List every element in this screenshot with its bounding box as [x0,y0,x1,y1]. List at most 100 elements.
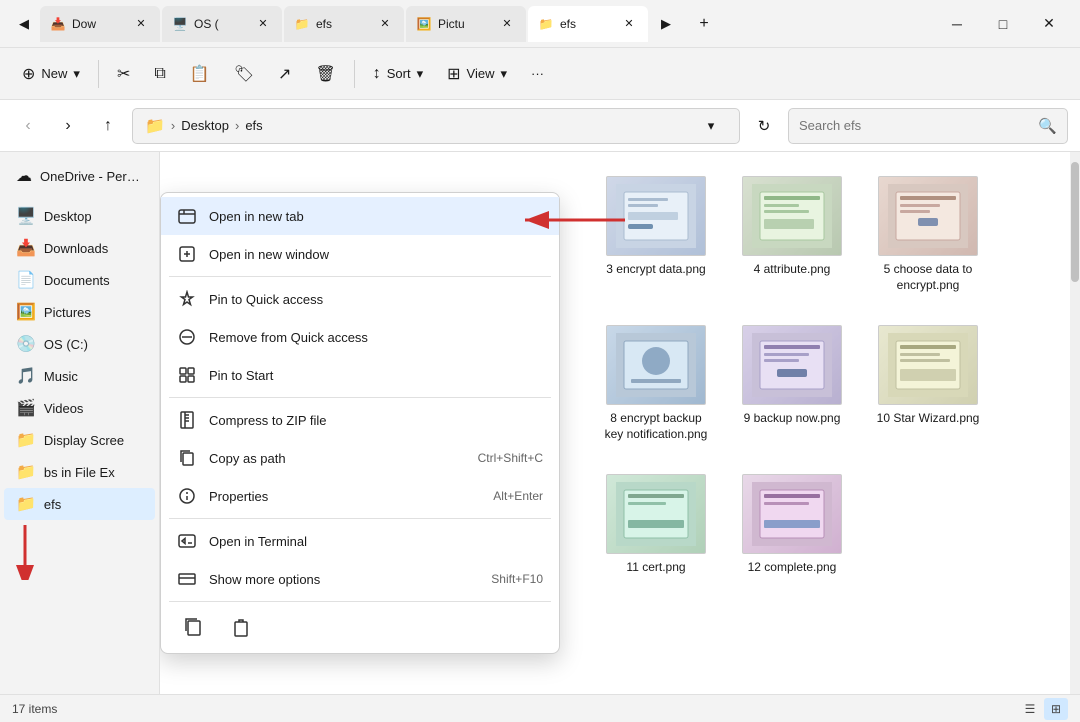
downloads-icon: 📥 [16,238,36,258]
tab-1-label: Dow [72,17,126,31]
tab-5[interactable]: 📁 efs ✕ [528,6,648,42]
ctx-properties[interactable]: Properties Alt+Enter [161,477,559,515]
ctx-show-more[interactable]: Show more options Shift+F10 [161,560,559,598]
tab-3[interactable]: 📁 efs ✕ [284,6,404,42]
file-item-8[interactable]: 8 encrypt backup key notification.png [596,317,716,450]
ctx-copy-path[interactable]: Copy as path Ctrl+Shift+C [161,439,559,477]
up-btn[interactable]: ↑ [92,110,124,142]
display-icon: 📁 [16,430,36,450]
file-item-12[interactable]: 12 complete.png [732,466,852,584]
new-tab-btn[interactable]: + [688,8,720,40]
search-box[interactable]: 🔍 [788,108,1068,144]
sidebar-item-pictures[interactable]: 🖼️ Pictures [4,296,155,328]
ctx-open-new-tab[interactable]: Open in new tab [161,197,559,235]
ctx-sep-3 [169,518,551,519]
refresh-btn[interactable]: ↻ [748,110,780,142]
cut-icon: ✂ [117,64,130,84]
address-path[interactable]: 📁 › Desktop › efs ▾ [132,108,740,144]
path-desktop[interactable]: Desktop [181,118,229,133]
path-efs[interactable]: efs [245,118,262,133]
forward-btn[interactable]: › [52,110,84,142]
scroll-thumb [1071,162,1079,282]
delete-button[interactable]: 🗑 [305,58,345,90]
list-view-btn[interactable]: ☰ [1018,698,1042,720]
minimize-btn[interactable]: ─ [934,8,980,40]
sidebar-item-documents[interactable]: 📄 Documents [4,264,155,296]
ctx-more-icon [177,569,197,589]
paste-button[interactable]: 📋 [180,58,220,90]
close-btn[interactable]: ✕ [1026,8,1072,40]
copy-button[interactable]: ⧉ [144,59,175,89]
new-button[interactable]: ⊕ New ▾ [12,58,90,90]
sort-button[interactable]: ↕ Sort ▾ [363,59,433,89]
sort-dropdown-icon: ▾ [417,66,424,82]
sidebar-item-downloads[interactable]: 📥 Downloads [4,232,155,264]
path-sep-1: › [171,118,175,133]
cut-button[interactable]: ✂ [107,58,140,90]
ctx-pin-quick[interactable]: Pin to Quick access [161,280,559,318]
scrollbar[interactable] [1070,152,1080,694]
ctx-window-icon [177,244,197,264]
file-thumb-4 [742,176,842,256]
sidebar-item-display[interactable]: 📁 Display Scree [4,424,155,456]
file-item-9[interactable]: 9 backup now.png [732,317,852,450]
ctx-remove-quick[interactable]: Remove from Quick access [161,318,559,356]
file-item-11[interactable]: 11 cert.png [596,466,716,584]
delete-icon: 🗑 [315,64,335,84]
sidebar-item-bsfe[interactable]: 📁 bs in File Ex [4,456,155,488]
ctx-pin-start[interactable]: Pin to Start [161,356,559,394]
sort-label: Sort [387,66,411,81]
ctx-open-terminal[interactable]: Open in Terminal [161,522,559,560]
maximize-btn[interactable]: □ [980,8,1026,40]
window-controls: ─ □ ✕ [934,8,1072,40]
file-item-4[interactable]: 4 attribute.png [732,168,852,301]
ctx-show-more-shortcut: Shift+F10 [491,572,543,586]
ctx-pin-quick-label: Pin to Quick access [209,292,543,307]
view-button[interactable]: ⊞ View ▾ [437,58,517,90]
arrow-right-annotation [515,205,635,238]
ctx-tab-icon [177,206,197,226]
tab-1-close[interactable]: ✕ [132,15,150,33]
grid-view-btn[interactable]: ⊞ [1044,698,1068,720]
ctx-show-more-label: Show more options [209,572,479,587]
tab-next-btn[interactable]: ▶ [650,8,682,40]
tab-2[interactable]: 🖥️ OS ( ✕ [162,6,282,42]
videos-label: Videos [44,401,84,416]
file-name-10: 10 Star Wizard.png [877,411,980,427]
ctx-copy-bottom-icon[interactable] [177,611,209,643]
more-button[interactable]: ··· [521,60,554,87]
sidebar-item-os-c[interactable]: 💿 OS (C:) [4,328,155,360]
view-buttons: ☰ ⊞ [1018,698,1068,720]
sidebar-onedrive[interactable]: ☁ OneDrive - Personal [4,160,155,192]
path-dropdown-btn[interactable]: ▾ [695,108,727,144]
new-icon: ⊕ [22,64,35,84]
sidebar-item-videos[interactable]: 🎬 Videos [4,392,155,424]
file-item-5[interactable]: 5 choose data to encrypt.png [868,168,988,301]
sidebar-item-desktop[interactable]: 🖥️ Desktop [4,200,155,232]
back-btn[interactable]: ‹ [12,110,44,142]
tab-2-close[interactable]: ✕ [254,15,272,33]
ctx-paste-bottom-icon[interactable] [225,611,257,643]
rename-icon: 🏷 [234,64,254,84]
ctx-open-new-window[interactable]: Open in new window [161,235,559,273]
tab-3-close[interactable]: ✕ [376,15,394,33]
tab-1[interactable]: 📥 Dow ✕ [40,6,160,42]
ctx-compress-zip[interactable]: Compress to ZIP file [161,401,559,439]
search-icon: 🔍 [1038,117,1057,135]
tab-4-close[interactable]: ✕ [498,15,516,33]
search-input[interactable] [799,118,1032,133]
ctx-compress-zip-label: Compress to ZIP file [209,413,543,428]
item-count: 17 items [12,702,57,716]
tab-prev-btn[interactable]: ◀ [8,8,40,40]
sort-icon: ↕ [373,65,381,83]
tab-5-close[interactable]: ✕ [620,15,638,33]
sidebar: ☁ OneDrive - Personal 🖥️ Desktop 📥 Downl… [0,152,160,694]
sidebar-item-music[interactable]: 🎵 Music [4,360,155,392]
sidebar-item-efs[interactable]: 📁 efs [4,488,155,520]
music-icon: 🎵 [16,366,36,386]
share-button[interactable]: ↗ [268,58,301,90]
file-item-10[interactable]: 10 Star Wizard.png [868,317,988,450]
tab-4[interactable]: 🖼️ Pictu ✕ [406,6,526,42]
rename-button[interactable]: 🏷 [224,58,264,90]
file-name-9: 9 backup now.png [744,411,841,427]
